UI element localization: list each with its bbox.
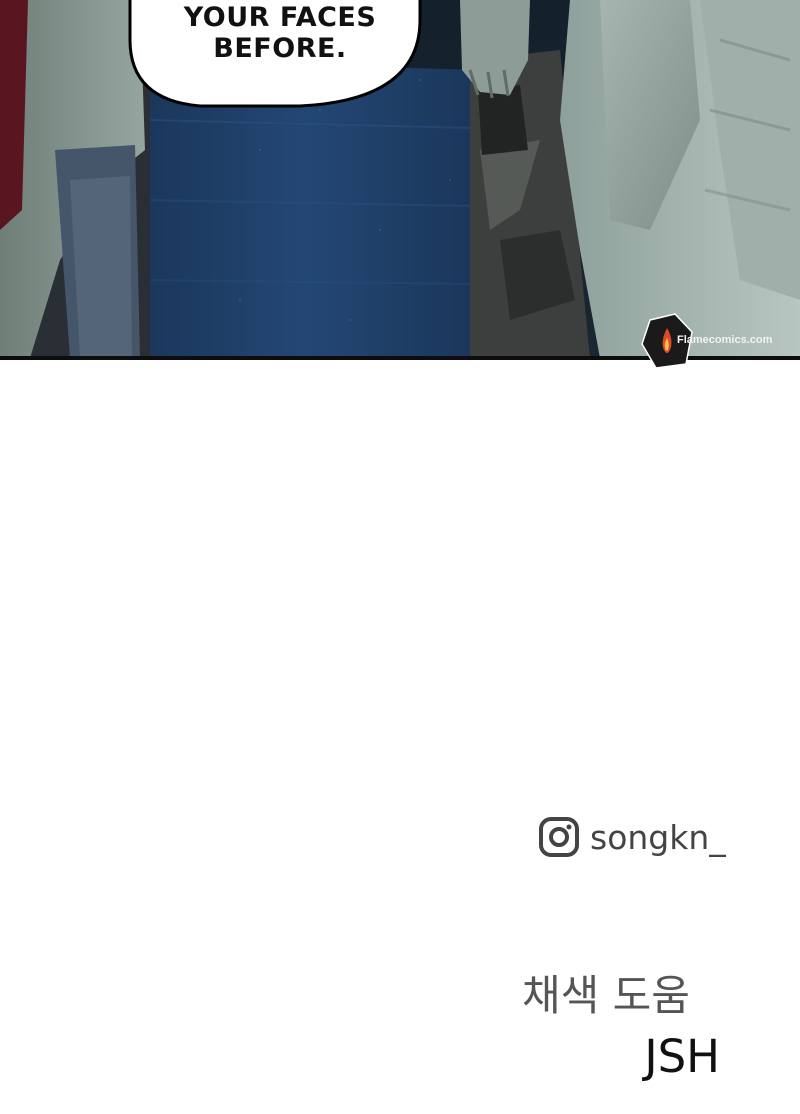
- speech-line-2: BEFORE.: [213, 33, 347, 64]
- speech-bubble-text: YOUR FACES BEFORE.: [150, 2, 410, 64]
- color-assist-name: JSH: [644, 1030, 720, 1083]
- instagram-icon: [539, 817, 579, 857]
- instagram-handle: songkn_: [590, 817, 726, 857]
- color-assist-label: 채색 도움: [522, 971, 690, 1020]
- comic-panel: YOUR FACES BEFORE.: [0, 0, 800, 358]
- instagram-credit: songkn_: [538, 812, 726, 862]
- watermark-text: Flamecomics.com: [677, 334, 773, 346]
- comic-page: YOUR FACES BEFORE. Flamecomics.com songk…: [0, 0, 800, 1114]
- speech-line-1: YOUR FACES: [183, 2, 377, 33]
